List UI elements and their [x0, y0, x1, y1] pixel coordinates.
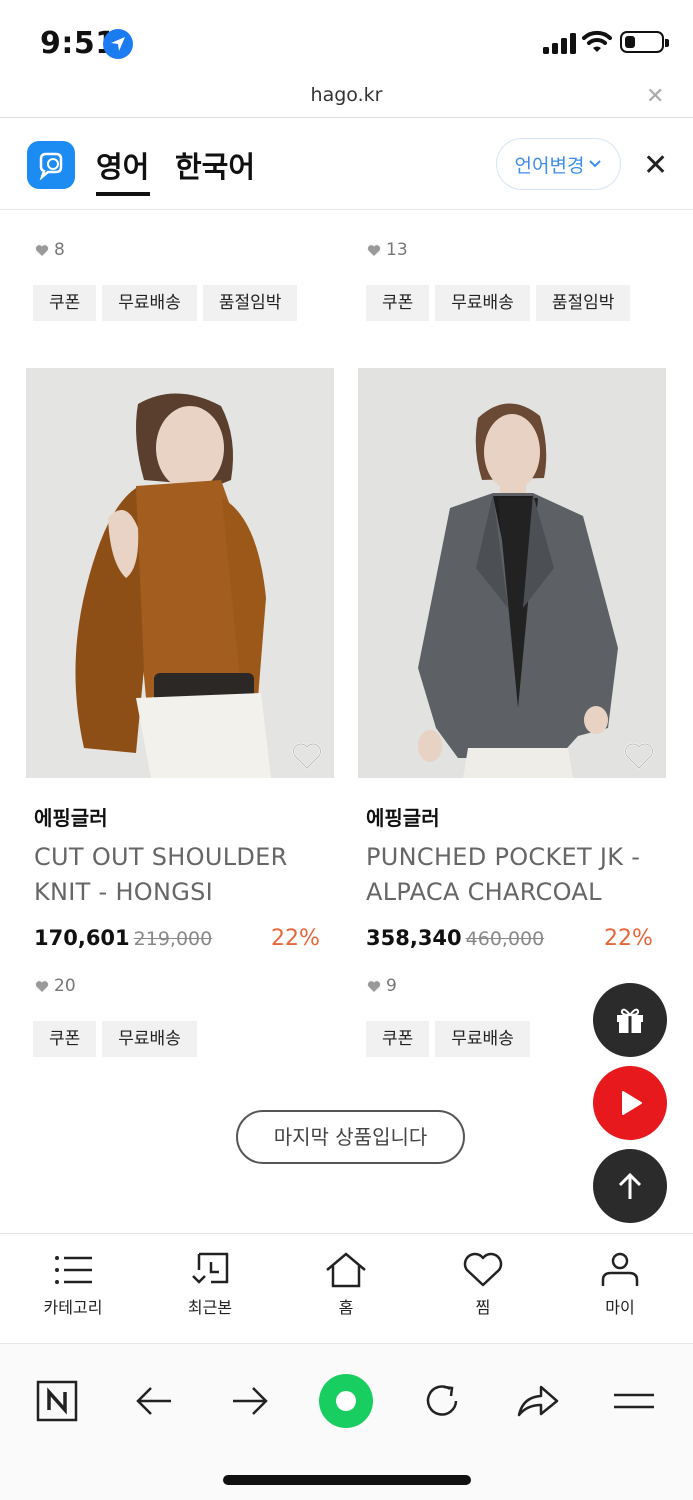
last-item-button[interactable]: 마지막 상품입니다: [236, 1110, 465, 1164]
wishlist-heart-icon[interactable]: [292, 743, 322, 770]
naver-home-button[interactable]: [316, 1371, 376, 1431]
scroll-top-button[interactable]: [593, 1149, 667, 1223]
like-count: 9: [367, 976, 397, 996]
video-play-button[interactable]: [593, 1066, 667, 1140]
forward-button[interactable]: [220, 1371, 280, 1431]
product-discount: 22%: [604, 926, 653, 951]
heart-small-icon: [367, 980, 381, 992]
signal-icon: [543, 32, 577, 54]
change-language-button[interactable]: 언어변경: [496, 138, 621, 190]
product-price: 358,340: [366, 926, 462, 950]
like-count: 8: [35, 240, 65, 260]
product-list: ━━━━━━━━━━━━ ━━━━━━━━━━━━ 8 쿠폰 무료배송 품절임박…: [0, 210, 693, 1233]
share-icon: [517, 1385, 559, 1417]
list-icon: [55, 1256, 92, 1284]
naver-n-icon: [36, 1380, 78, 1422]
partial-price: ━━━━━━━━━━━━: [366, 210, 511, 218]
tab-active-indicator: [96, 192, 150, 196]
like-count: 20: [35, 976, 76, 996]
arrow-right-icon: [233, 1387, 268, 1415]
heart-small-icon: [35, 244, 49, 256]
papago-logo-icon[interactable]: [27, 141, 75, 189]
url-text[interactable]: hago.kr: [0, 84, 693, 106]
tag-list: 쿠폰 무료배송 품절임박: [366, 285, 631, 321]
location-icon: [103, 29, 133, 59]
product-discount: 22%: [271, 926, 320, 951]
wifi-icon: [582, 30, 612, 52]
tag-low-stock: 품절임박: [202, 285, 298, 321]
translate-close-icon[interactable]: ✕: [643, 148, 668, 183]
nav-label: 찜: [475, 1298, 491, 1317]
nav-item-home[interactable]: 홈: [291, 1252, 401, 1318]
person-icon: [601, 1252, 639, 1286]
translate-bar: 영어 한국어 언어변경 ✕: [0, 118, 693, 210]
change-language-label: 언어변경: [514, 154, 585, 177]
naver-green-dot-icon: [319, 1374, 373, 1428]
product-brand: 에핑글러: [34, 806, 108, 830]
heart-small-icon: [367, 244, 381, 256]
tag-low-stock: 품절임박: [535, 285, 631, 321]
nav-item-my[interactable]: 마이: [565, 1252, 675, 1318]
nav-item-category[interactable]: 카테고리: [18, 1252, 128, 1318]
reload-button[interactable]: [412, 1371, 472, 1431]
partial-price: ━━━━━━━━━━━━: [34, 210, 179, 218]
url-bar[interactable]: hago.kr ✕: [0, 80, 693, 118]
recent-icon: [192, 1252, 229, 1284]
tag-free-shipping: 무료배송: [435, 1021, 530, 1057]
tab-lang-english[interactable]: 영어: [96, 144, 149, 186]
tag-list: 쿠폰 무료배송: [366, 1021, 530, 1057]
nav-label: 홈: [338, 1298, 354, 1317]
tag-free-shipping: 무료배송: [435, 285, 530, 321]
home-icon: [326, 1252, 366, 1288]
chevron-down-icon: [589, 160, 602, 168]
product-original-price: 460,000: [465, 928, 545, 950]
status-bar: 9:51: [0, 0, 693, 80]
tag-coupon: 쿠폰: [366, 285, 430, 321]
tag-free-shipping: 무료배송: [102, 285, 197, 321]
product-brand: 에핑글러: [366, 806, 440, 830]
product-price: 170,601: [34, 926, 130, 950]
tab-lang-korean[interactable]: 한국어: [175, 144, 255, 186]
heart-icon: [463, 1252, 503, 1287]
tag-list: 쿠폰 무료배송: [33, 1021, 197, 1057]
play-icon: [622, 1091, 642, 1115]
tag-list: 쿠폰 무료배송 품절임박: [33, 285, 298, 321]
reload-icon: [426, 1385, 458, 1416]
arrow-left-icon: [136, 1387, 171, 1415]
site-bottom-nav: 카테고리 최근본 홈 찜 마이: [0, 1233, 693, 1343]
gift-icon: [617, 1008, 643, 1033]
product-original-price: 219,000: [133, 928, 213, 950]
tag-coupon: 쿠폰: [33, 1021, 97, 1057]
share-button[interactable]: [508, 1371, 568, 1431]
battery-icon: [620, 31, 669, 53]
nav-item-recent[interactable]: 최근본: [155, 1252, 265, 1318]
nav-label: 카테고리: [43, 1298, 103, 1317]
heart-small-icon: [35, 980, 49, 992]
product-name[interactable]: CUT OUT SHOULDER KNIT - HONGSI: [34, 840, 334, 910]
tag-coupon: 쿠폰: [366, 1021, 430, 1057]
product-image[interactable]: [358, 368, 666, 778]
product-image[interactable]: [26, 368, 334, 778]
nav-label: 마이: [605, 1298, 635, 1317]
naver-button[interactable]: [27, 1371, 87, 1431]
hamburger-menu-icon: [614, 1393, 654, 1409]
product-name[interactable]: PUNCHED POCKET JK - ALPACA CHARCOAL: [366, 840, 666, 910]
gift-button[interactable]: [593, 983, 667, 1057]
menu-button[interactable]: [604, 1371, 664, 1431]
product-price-row: 170,601 219,000: [34, 926, 212, 950]
wishlist-heart-icon[interactable]: [624, 743, 654, 770]
home-indicator: [223, 1475, 471, 1485]
tag-coupon: 쿠폰: [33, 285, 97, 321]
product-price-row: 358,340 460,000: [366, 926, 544, 950]
arrow-up-icon: [618, 1172, 642, 1199]
nav-label: 최근본: [187, 1298, 233, 1317]
tag-free-shipping: 무료배송: [102, 1021, 197, 1057]
like-count: 13: [367, 240, 408, 260]
url-close-icon[interactable]: ✕: [646, 84, 664, 109]
back-button[interactable]: [124, 1371, 184, 1431]
nav-item-wishlist[interactable]: 찜: [428, 1252, 538, 1318]
